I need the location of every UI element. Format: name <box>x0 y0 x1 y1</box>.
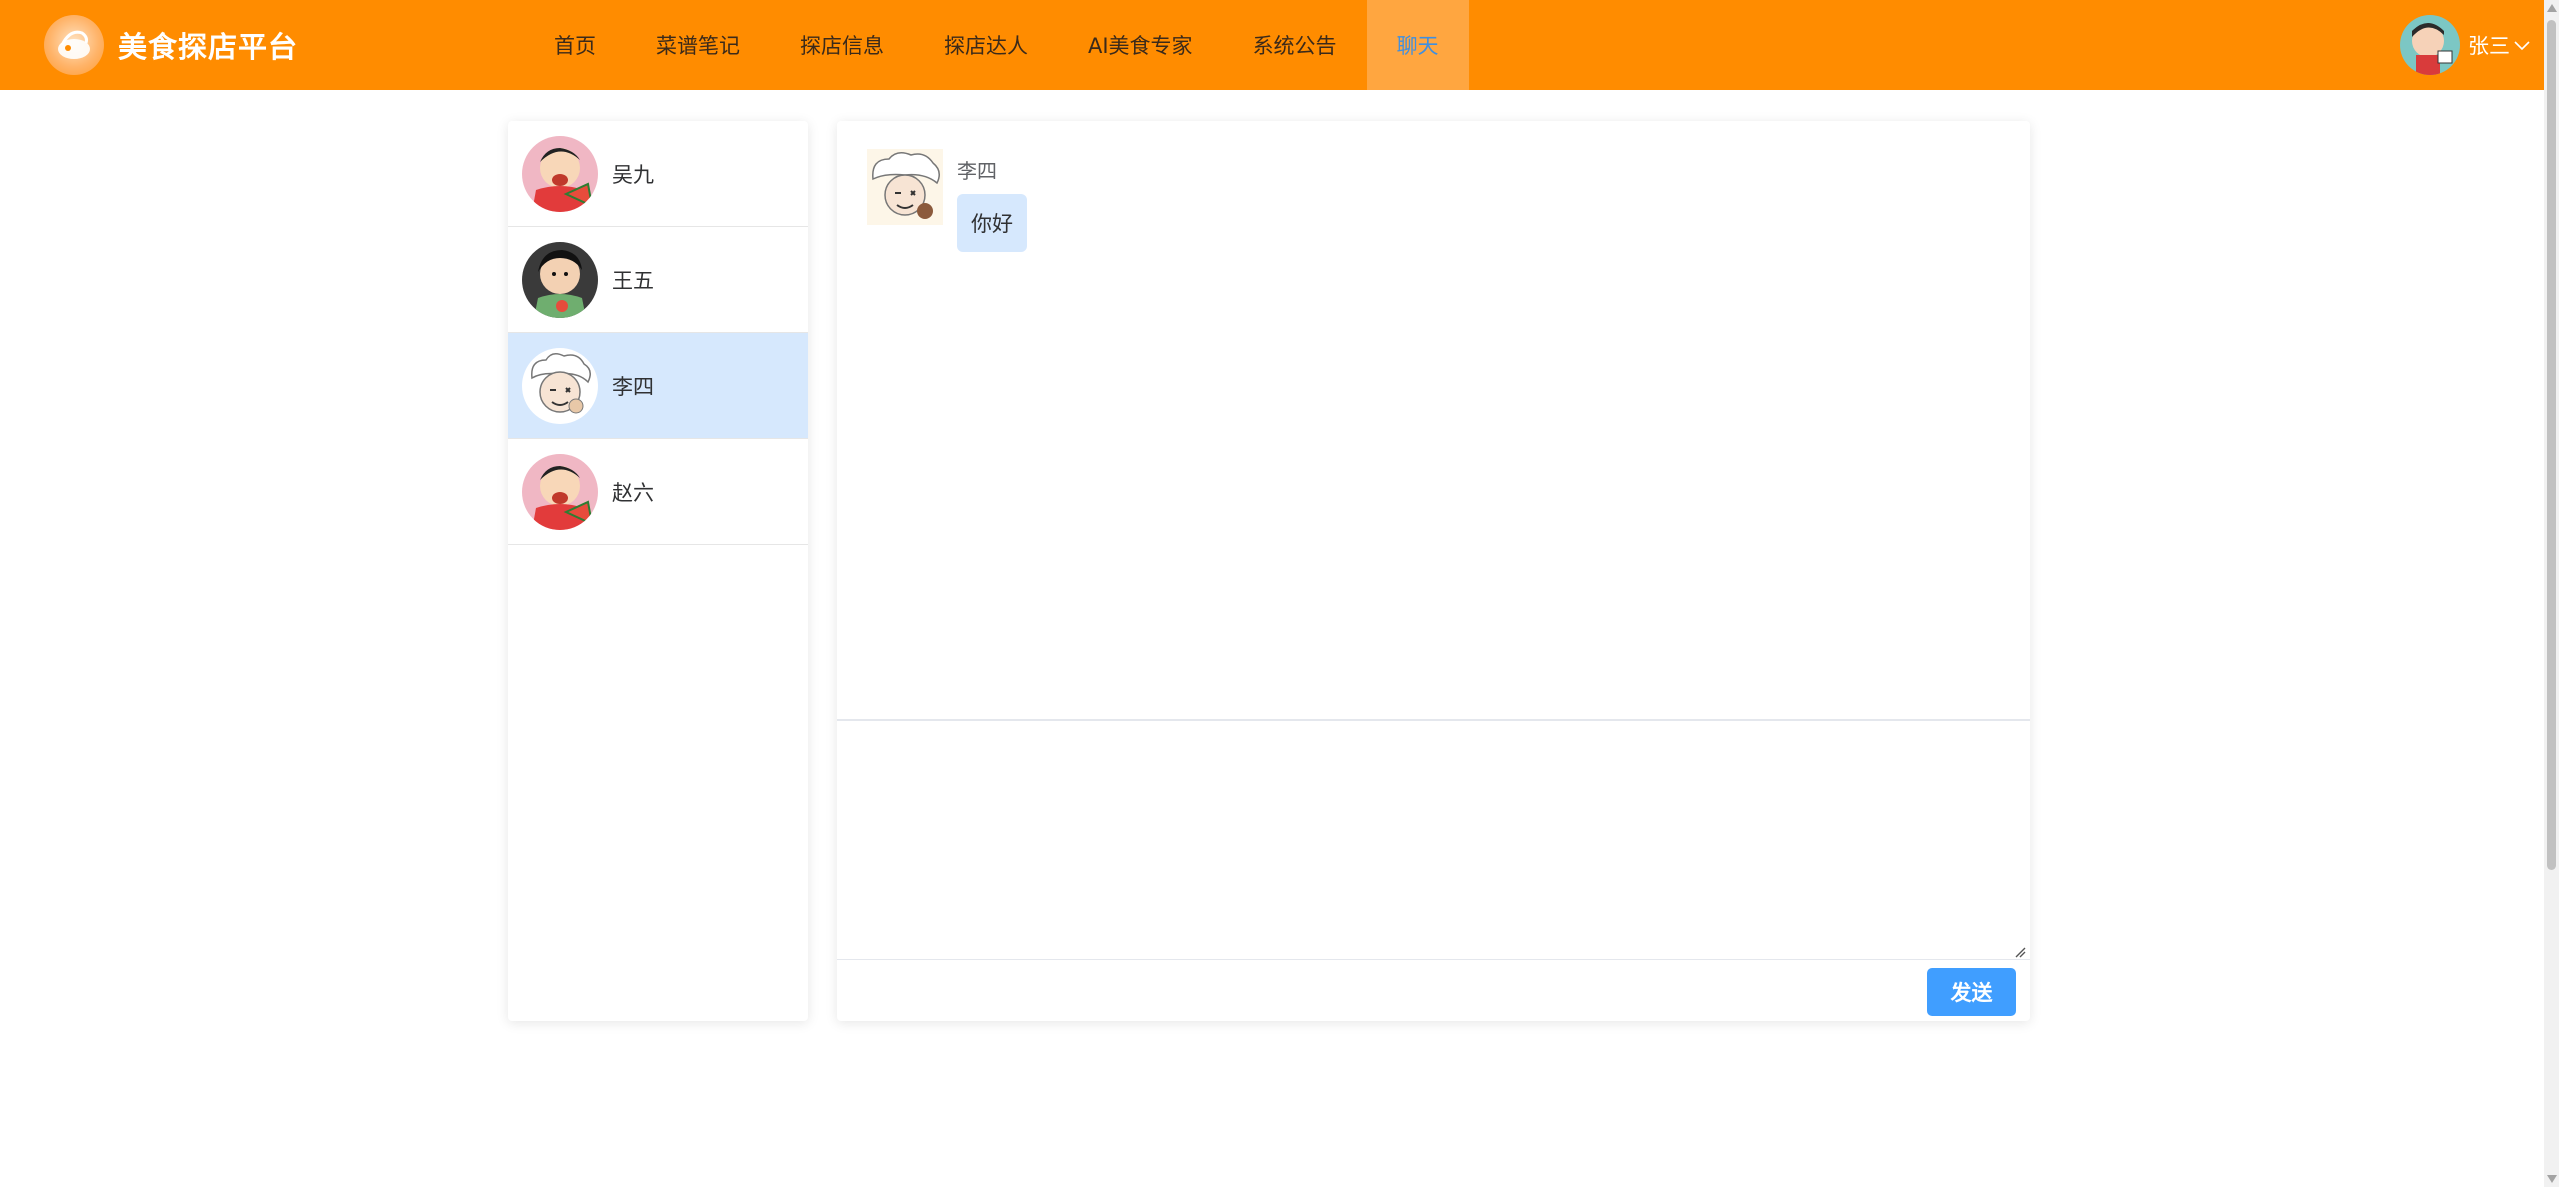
send-button[interactable]: 发送 <box>1927 968 2016 1016</box>
contact-item-zhaoliu[interactable]: 赵六 <box>508 439 808 545</box>
contact-item-wujiu[interactable]: 吴九 <box>508 121 808 227</box>
contact-name: 吴九 <box>612 162 654 187</box>
nav-item-food-experts[interactable]: 探店达人 <box>914 0 1058 90</box>
message-sender: 李四 <box>957 159 997 183</box>
avatar[interactable] <box>2400 15 2460 75</box>
scrollbar-thumb[interactable] <box>2547 20 2556 870</box>
nav-item-recipe-notes[interactable]: 菜谱笔记 <box>626 0 770 90</box>
nav-item-shop-info[interactable]: 探店信息 <box>770 0 914 90</box>
avatar <box>522 453 598 530</box>
message-body: 李四 你好 <box>957 149 1027 252</box>
toolbar-divider <box>837 959 2030 960</box>
nav-item-home[interactable]: 首页 <box>524 0 626 90</box>
contact-name: 王五 <box>612 268 654 293</box>
nav-item-chat[interactable]: 聊天 <box>1366 0 1469 90</box>
contact-name: 赵六 <box>612 480 654 505</box>
contact-item-lisi[interactable]: 李四 <box>508 333 808 439</box>
scroll-up-arrow-icon[interactable] <box>2547 4 2557 12</box>
contact-name: 李四 <box>612 374 654 399</box>
user-name: 张三 <box>2468 34 2510 58</box>
avatar <box>867 149 943 225</box>
main-nav: 首页 菜谱笔记 探店信息 探店达人 AI美食专家 系统公告 聊天 <box>524 0 1469 90</box>
brand-title: 美食探店平台 <box>118 30 299 64</box>
message-input[interactable] <box>837 721 2030 959</box>
top-navbar: 美食探店平台 首页 菜谱笔记 探店信息 探店达人 AI美食专家 系统公告 聊天 … <box>0 0 2544 90</box>
user-menu[interactable]: 张三 <box>2400 15 2530 75</box>
nav-item-announcements[interactable]: 系统公告 <box>1223 0 1367 90</box>
chevron-down-icon <box>2514 36 2530 55</box>
scroll-down-arrow-icon[interactable] <box>2547 1175 2557 1183</box>
avatar <box>522 241 598 318</box>
logo-icon <box>44 15 104 75</box>
avatar <box>522 347 598 424</box>
chat-panel: 李四 你好 发送 <box>837 121 2030 1021</box>
nav-item-ai-expert[interactable]: AI美食专家 <box>1058 0 1223 90</box>
contact-item-wangwu[interactable]: 王五 <box>508 227 808 333</box>
message-item: 李四 你好 <box>867 149 1027 252</box>
resize-grip-icon[interactable] <box>2014 943 2026 958</box>
avatar <box>522 135 598 212</box>
message-bubble: 你好 <box>957 194 1027 252</box>
message-list: 李四 你好 <box>837 121 2030 721</box>
brand[interactable]: 美食探店平台 <box>44 15 298 75</box>
contact-list: 吴九 王五 李四 赵六 <box>508 121 808 1021</box>
page-scrollbar[interactable] <box>2544 0 2559 1187</box>
